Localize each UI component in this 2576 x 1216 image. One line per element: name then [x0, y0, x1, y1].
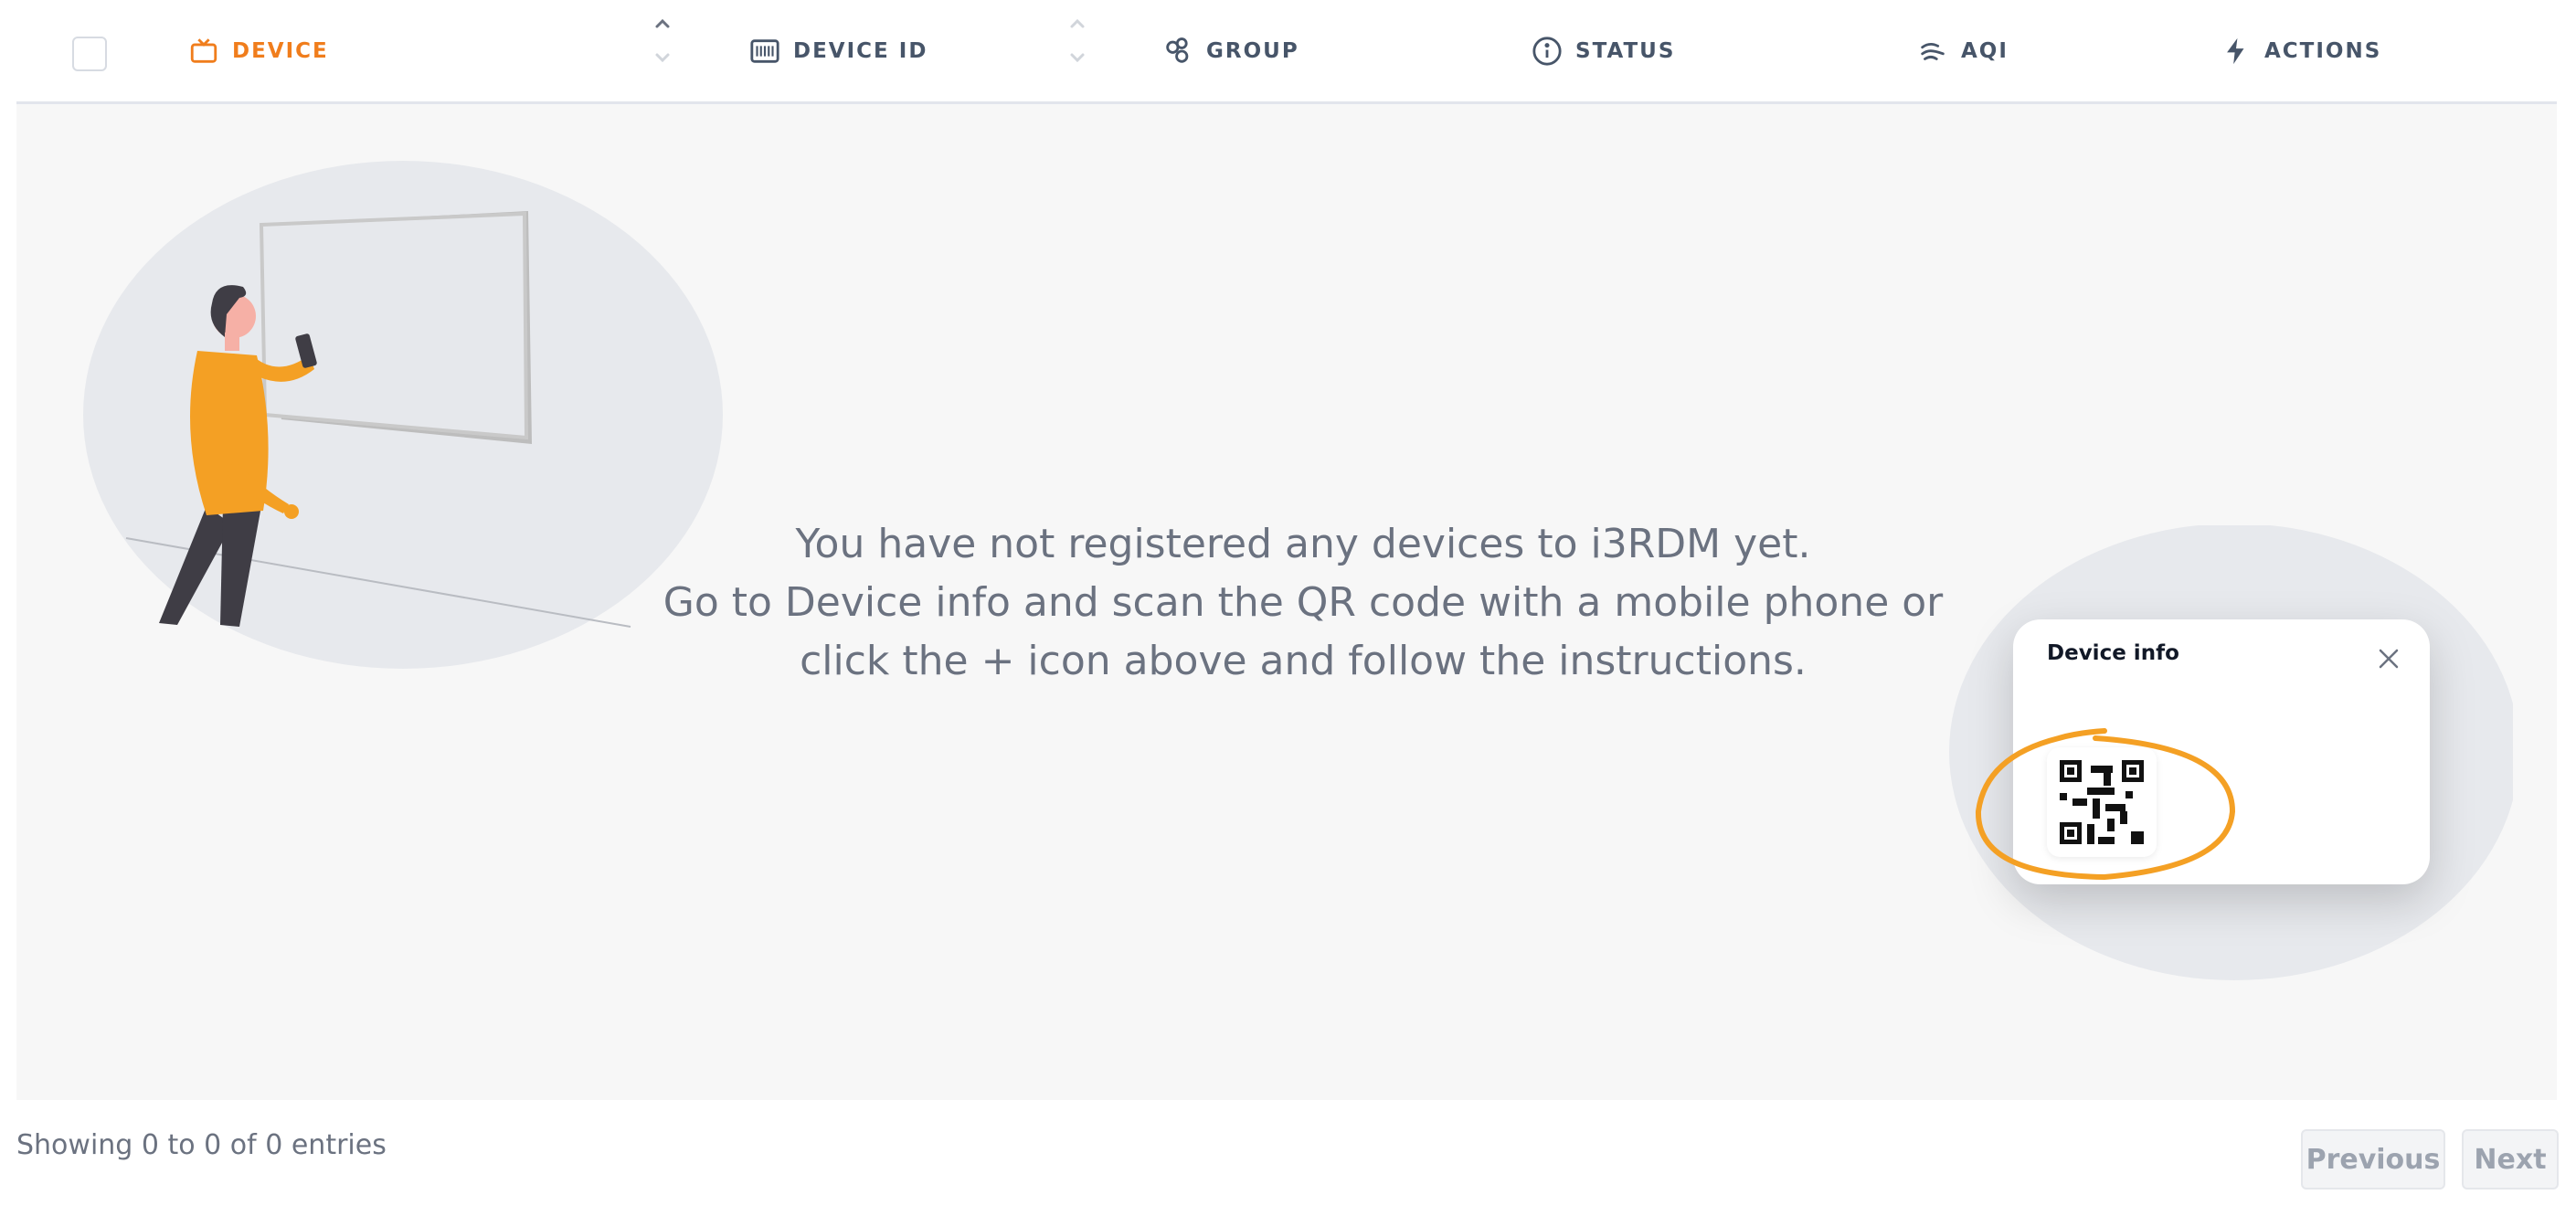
next-button[interactable]: Next	[2462, 1129, 2559, 1190]
sort-arrows-icon	[655, 18, 670, 63]
column-label-device-id: DEVICE ID	[793, 38, 928, 63]
empty-state-line-2: Go to Device info and scan the QR code w…	[663, 579, 1944, 626]
barcode-icon	[750, 38, 779, 63]
column-label-status: STATUS	[1575, 38, 1676, 63]
group-icon	[1166, 37, 1189, 63]
empty-state-line-1: You have not registered any devices to i…	[795, 521, 1811, 567]
column-header-status[interactable]: STATUS	[1532, 0, 1675, 101]
column-header-device-id[interactable]: DEVICE ID	[749, 0, 928, 101]
device-info-card-title: Device info	[2047, 641, 2179, 665]
select-all-checkbox[interactable]	[72, 37, 107, 71]
empty-state-message: You have not registered any devices to i…	[656, 515, 1950, 691]
column-label-aqi: AQI	[1961, 38, 2009, 63]
column-header-actions[interactable]: ACTIONS	[2221, 0, 2381, 101]
sort-arrows-icon	[1070, 18, 1085, 63]
empty-state-line-3: click the + icon above and follow the in…	[800, 638, 1807, 684]
bolt-icon	[2227, 37, 2244, 64]
column-label-group: GROUP	[1206, 38, 1299, 63]
table-info-text: Showing 0 to 0 of 0 entries	[16, 1129, 387, 1161]
sort-toggle-device[interactable]	[649, 13, 676, 69]
qr-code-icon	[2060, 760, 2144, 844]
close-icon	[2379, 649, 2399, 669]
column-header-aqi[interactable]: AQI	[1917, 0, 2009, 101]
previous-button[interactable]: Previous	[2301, 1129, 2445, 1190]
device-table-page: DEVICE DEVICE ID GROUP STATUS AQI ACTION…	[0, 0, 2576, 1216]
sort-toggle-device-id[interactable]	[1064, 13, 1091, 69]
column-header-device[interactable]: DEVICE	[188, 0, 329, 101]
qr-code	[2047, 747, 2157, 857]
info-icon	[1532, 36, 1562, 66]
column-header-group[interactable]: GROUP	[1162, 0, 1299, 101]
person-at-whiteboard-illustration	[83, 161, 723, 669]
device-info-card-illustration: Device info	[2013, 619, 2430, 884]
column-label-actions: ACTIONS	[2264, 38, 2382, 63]
column-label-device: DEVICE	[232, 38, 329, 63]
wind-icon	[1921, 42, 1945, 60]
table-header: DEVICE DEVICE ID GROUP STATUS AQI ACTION…	[16, 0, 2557, 104]
tv-icon	[190, 37, 217, 63]
